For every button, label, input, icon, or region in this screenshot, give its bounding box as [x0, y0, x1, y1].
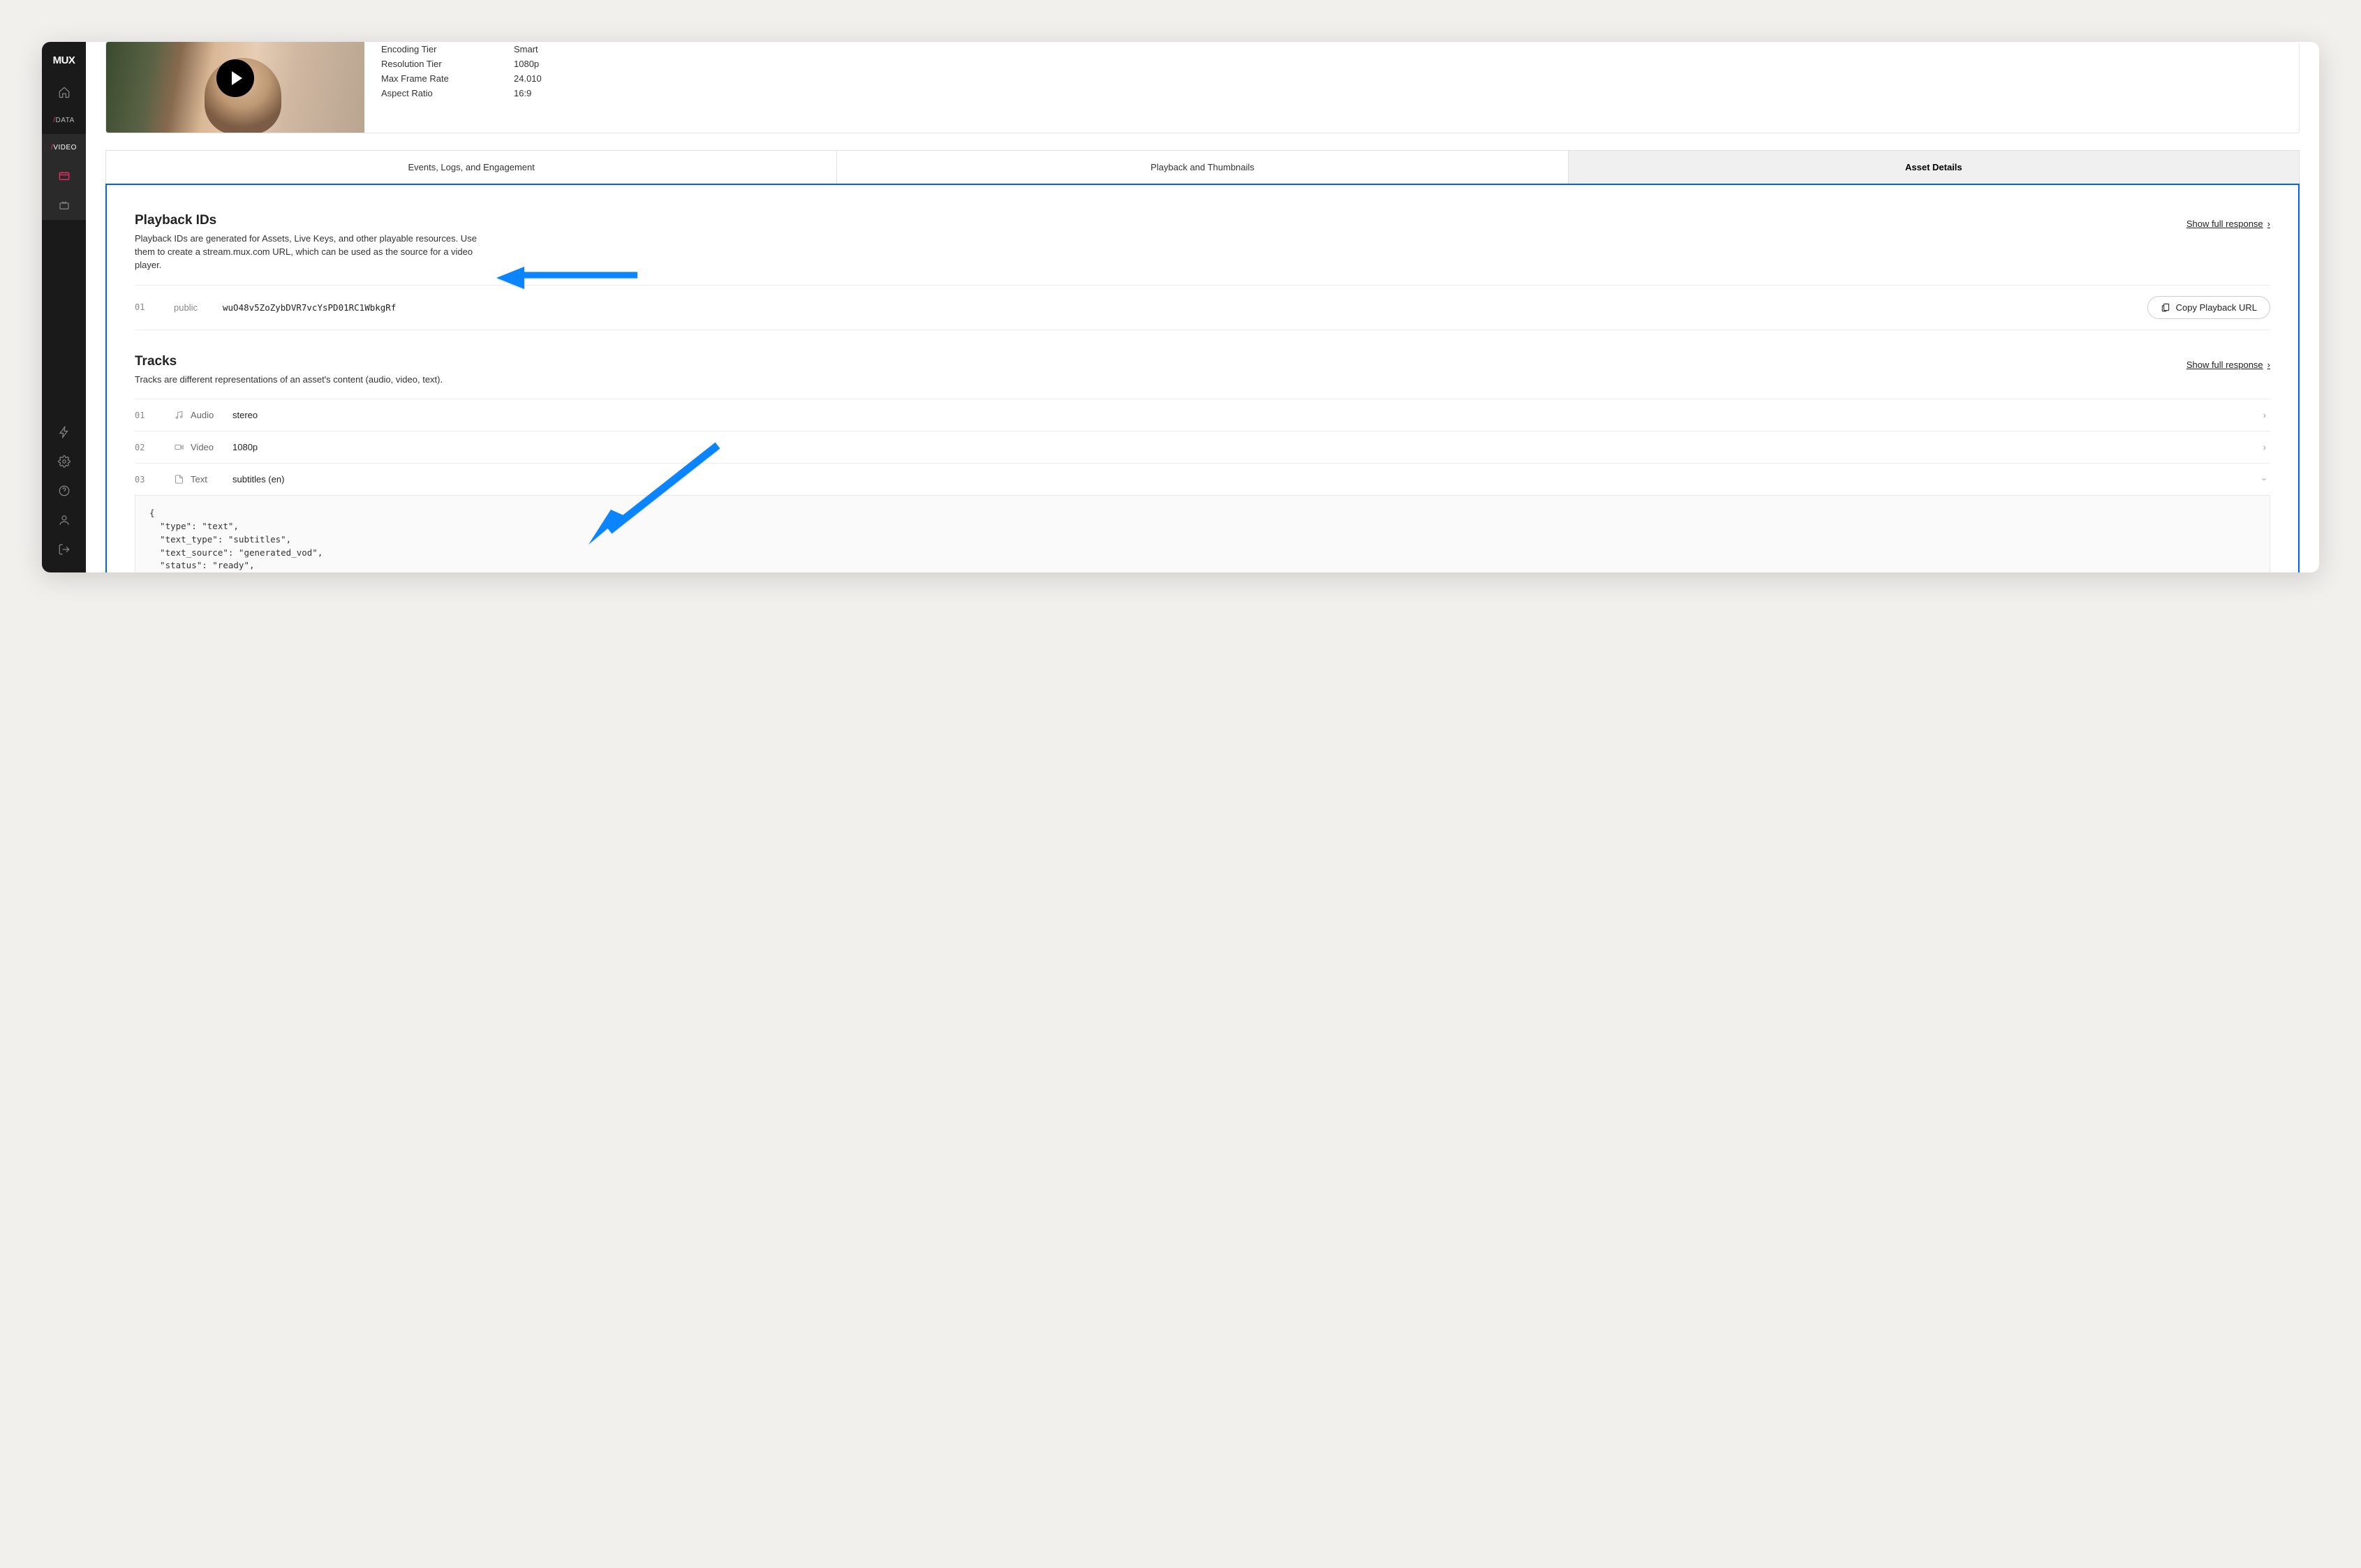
track-value: subtitles (en): [232, 474, 2259, 485]
settings-icon[interactable]: [42, 447, 86, 476]
nav-video[interactable]: /VIDEO: [42, 134, 86, 161]
video-thumbnail[interactable]: [106, 42, 364, 133]
playback-ids-section: Playback IDs Playback IDs are generated …: [135, 213, 2270, 330]
asset-header: Encoding TierSmart Resolution Tier1080p …: [105, 42, 2300, 133]
video-icon: [174, 442, 191, 452]
row-number: 01: [135, 411, 174, 420]
section-title: Tracks: [135, 354, 443, 369]
asset-details-panel: Playback IDs Playback IDs are generated …: [105, 184, 2300, 572]
section-desc: Tracks are different representations of …: [135, 373, 443, 387]
chevron-down-icon: ›: [2259, 474, 2270, 485]
track-value: 1080p: [232, 442, 2259, 452]
asset-metadata: Encoding TierSmart Resolution Tier1080p …: [381, 42, 2299, 133]
section-title: Playback IDs: [135, 213, 477, 228]
live-icon[interactable]: [42, 191, 86, 220]
home-icon[interactable]: [42, 77, 86, 107]
audio-icon: [174, 410, 191, 420]
assets-icon[interactable]: [42, 161, 86, 191]
account-icon[interactable]: [42, 505, 86, 535]
play-icon[interactable]: [216, 59, 254, 97]
playback-policy-label: public: [174, 302, 223, 313]
section-desc: Playback IDs are generated for Assets, L…: [135, 232, 477, 272]
row-number: 02: [135, 443, 174, 452]
text-icon: [174, 474, 191, 485]
track-type: Audio: [191, 410, 232, 420]
tab-events[interactable]: Events, Logs, and Engagement: [106, 151, 837, 184]
playback-id-row: 01 public wuO48v5ZoZybDVR7vcYsPD01RC1Wbk…: [135, 285, 2270, 330]
track-json-response: { "type": "text", "text_type": "subtitle…: [135, 495, 2270, 572]
chevron-right-icon: ›: [2267, 360, 2270, 370]
clipboard-icon: [2161, 302, 2170, 312]
help-icon[interactable]: [42, 476, 86, 505]
track-row-video[interactable]: 02 Video 1080p ›: [135, 431, 2270, 463]
show-full-response-link[interactable]: Show full response ›: [2186, 360, 2270, 370]
logo: MUX: [53, 42, 75, 77]
chevron-right-icon: ›: [2259, 410, 2270, 420]
nav-video-section: /VIDEO: [42, 134, 86, 220]
playback-id-value: wuO48v5ZoZybDVR7vcYsPD01RC1WbkgRf: [223, 302, 2147, 313]
chevron-right-icon: ›: [2259, 442, 2270, 452]
tab-asset-details[interactable]: Asset Details: [1569, 151, 2299, 184]
track-row-text[interactable]: 03 Text subtitles (en) ›: [135, 463, 2270, 495]
track-value: stereo: [232, 410, 2259, 420]
meta-row: Aspect Ratio16:9: [381, 86, 2299, 101]
logout-icon[interactable]: [42, 535, 86, 564]
chevron-right-icon: ›: [2267, 219, 2270, 229]
track-type: Text: [191, 474, 232, 485]
main-content: Encoding TierSmart Resolution Tier1080p …: [86, 42, 2319, 572]
tracks-section: Tracks Tracks are different representati…: [135, 354, 2270, 572]
tab-playback[interactable]: Playback and Thumbnails: [837, 151, 1568, 184]
sidebar: MUX /DATA /VIDEO: [42, 42, 86, 572]
copy-playback-url-button[interactable]: Copy Playback URL: [2147, 296, 2270, 319]
show-full-response-link[interactable]: Show full response ›: [2186, 219, 2270, 229]
bolt-icon[interactable]: [42, 417, 86, 447]
meta-row: Resolution Tier1080p: [381, 57, 2299, 71]
meta-row: Encoding TierSmart: [381, 42, 2299, 57]
nav-data[interactable]: /DATA: [42, 107, 86, 134]
track-type: Video: [191, 442, 232, 452]
row-number: 03: [135, 475, 174, 485]
app-window: MUX /DATA /VIDEO: [42, 42, 2319, 572]
row-number: 01: [135, 302, 174, 312]
asset-tabs: Events, Logs, and Engagement Playback an…: [105, 150, 2300, 184]
track-row-audio[interactable]: 01 Audio stereo ›: [135, 399, 2270, 431]
meta-row: Max Frame Rate24.010: [381, 71, 2299, 86]
